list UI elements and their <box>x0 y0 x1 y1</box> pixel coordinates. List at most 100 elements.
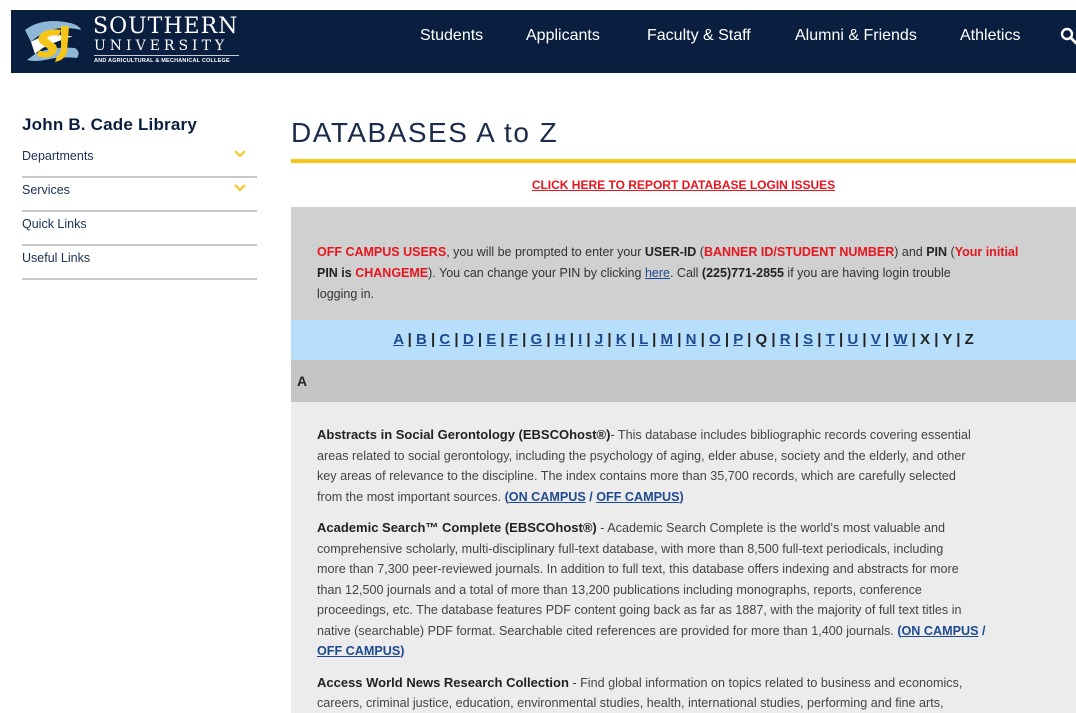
off-campus-notice: OFF CAMPUS USERS, you will be prompted t… <box>291 207 1076 320</box>
notice-text: ) and <box>894 245 927 259</box>
database-entry: Access World News Research Collection - … <box>317 673 1076 713</box>
off-campus-link[interactable]: OFF CAMPUS <box>317 644 400 658</box>
database-description: proceedings, etc. The database features … <box>317 603 962 617</box>
alphabet-letter-e[interactable]: E <box>486 331 496 348</box>
alphabet-separator: | <box>450 331 463 348</box>
university-logo[interactable]: SOUTHERN UNIVERSITY AND AGRICULTURAL & M… <box>21 14 251 68</box>
alphabet-letter-l[interactable]: L <box>639 331 648 348</box>
alphabet-letter-u[interactable]: U <box>847 331 858 348</box>
sidebar-item-label: Useful Links <box>22 251 91 265</box>
nav-applicants[interactable]: Applicants <box>526 27 600 45</box>
alphabet-separator: | <box>403 331 417 348</box>
alphabet-separator: | <box>858 331 871 348</box>
alphabet-letter-b[interactable]: B <box>416 331 427 348</box>
search-icon[interactable] <box>1060 27 1076 45</box>
alphabet-letter-s[interactable]: S <box>803 331 813 348</box>
notice-user-id: USER-ID <box>644 245 697 259</box>
nav-alumni-friends[interactable]: Alumni & Friends <box>795 27 917 45</box>
chevron-down-icon[interactable] <box>233 149 247 159</box>
notice-your-initial: Your initial <box>954 245 1019 259</box>
alphabet-letter-g[interactable]: G <box>530 331 542 348</box>
alphabet-separator: | <box>582 331 595 348</box>
alphabet-index: A | B | C | D | E | F | G | H | I | J | … <box>291 320 1076 360</box>
alphabet-letter-j[interactable]: J <box>595 331 603 348</box>
report-login-issues-link[interactable]: CLICK HERE TO REPORT DATABASE LOGIN ISSU… <box>291 178 1076 208</box>
notice-phone: (225)771-2855 <box>701 266 784 280</box>
alphabet-letter-p[interactable]: P <box>733 331 743 348</box>
logo-wordmark: SOUTHERN <box>93 14 239 39</box>
alphabet-separator: | <box>673 331 686 348</box>
alphabet-separator: | <box>742 331 756 348</box>
alphabet-letter-w[interactable]: W <box>893 331 907 348</box>
notice-banner-id: BANNER ID/STUDENT NUMBER <box>703 245 895 259</box>
sidebar-item-label: Services <box>22 183 70 197</box>
logo-divider <box>94 55 239 56</box>
alphabet-separator: | <box>565 331 579 348</box>
alphabet-letter-y: Y <box>942 331 953 348</box>
alphabet-letter-x: X <box>920 331 931 348</box>
alphabet-separator: | <box>880 331 894 348</box>
notice-line-1: OFF CAMPUS USERS, you will be prompted t… <box>317 242 1076 263</box>
alphabet-letter-r[interactable]: R <box>780 331 791 348</box>
alphabet-separator: | <box>626 331 640 348</box>
alphabet-separator: | <box>603 331 616 348</box>
database-description: - Find global information on topics rela… <box>568 675 963 690</box>
database-description: native (searchable) PDF format. Searchab… <box>317 623 898 638</box>
logo-tagline: AND AGRICULTURAL & MECHANICAL COLLEGE <box>94 58 230 64</box>
alphabet-separator: | <box>952 331 965 348</box>
title-divider <box>291 159 1076 163</box>
notice-line-3: logging in. <box>317 287 374 301</box>
alphabet-separator: | <box>542 331 555 348</box>
notice-off-campus: OFF CAMPUS USERS <box>317 245 447 259</box>
database-entry: Abstracts in Social Gerontology (EBSCOho… <box>317 425 1076 507</box>
notice-line-2: PIN is CHANGEME). You can change your PI… <box>317 263 1076 284</box>
notice-text: if you are having login trouble <box>783 266 951 280</box>
nav-students[interactable]: Students <box>420 27 483 45</box>
alphabet-separator: | <box>696 331 709 348</box>
alphabet-separator: | <box>930 331 943 348</box>
notice-pin-is: PIN is <box>317 266 356 280</box>
chevron-down-icon[interactable] <box>233 183 247 193</box>
nav-faculty-staff[interactable]: Faculty & Staff <box>647 27 751 45</box>
database-description: than 12,500 journals and a total of more… <box>317 582 922 597</box>
database-description: - This database includes bibliographic r… <box>610 428 971 442</box>
alphabet-letter-n[interactable]: N <box>686 331 697 348</box>
nav-athletics[interactable]: Athletics <box>960 27 1020 45</box>
alphabet-separator: | <box>813 331 826 348</box>
sidebar-item-departments[interactable]: Departments <box>22 144 257 178</box>
sidebar-item-useful-links[interactable]: Useful Links <box>22 246 257 280</box>
on-campus-link[interactable]: ON CAMPUS <box>509 490 586 504</box>
alphabet-letter-a[interactable]: A <box>393 331 403 348</box>
alphabet-letter-d[interactable]: D <box>463 331 474 348</box>
alphabet-separator: | <box>426 331 440 348</box>
database-name: Academic Search™ Complete (EBSCOhost®) <box>317 520 597 535</box>
sidebar-item-quick-links[interactable]: Quick Links <box>22 212 257 246</box>
sidebar-item-services[interactable]: Services <box>22 178 257 212</box>
alphabet-separator: | <box>767 331 780 348</box>
database-description: careers, criminal justice, education, en… <box>317 696 944 710</box>
alphabet-letter-t[interactable]: T <box>826 331 835 348</box>
alphabet-letter-h[interactable]: H <box>555 331 566 348</box>
alphabet-letter-z: Z <box>964 331 974 348</box>
notice-text: ). You can change your PIN by clicking <box>428 266 645 280</box>
section-letter-heading: A <box>291 360 1076 402</box>
off-campus-link[interactable]: OFF CAMPUS <box>596 490 679 504</box>
alphabet-letter-m[interactable]: M <box>661 331 674 348</box>
alphabet-letter-f[interactable]: F <box>509 331 518 348</box>
notice-pin: PIN <box>926 245 948 259</box>
alphabet-letter-k[interactable]: K <box>616 331 627 348</box>
database-description: - Academic Search Complete is the world'… <box>596 521 945 535</box>
sidebar-item-label: Quick Links <box>22 217 87 231</box>
alphabet-letter-q: Q <box>755 331 768 348</box>
page-title: DATABASES A to Z <box>291 117 559 148</box>
change-pin-link[interactable]: here <box>645 266 670 280</box>
alphabet-letter-v[interactable]: V <box>871 331 881 348</box>
notice-text: ( <box>696 245 704 259</box>
on-campus-link[interactable]: ON CAMPUS <box>902 624 979 638</box>
main-content: DATABASES A to Z CLICK HERE TO REPORT DA… <box>291 112 1076 713</box>
alphabet-letter-o[interactable]: O <box>709 331 721 348</box>
database-description: from the most important sources. <box>317 489 505 504</box>
database-entry: Academic Search™ Complete (EBSCOhost®) -… <box>317 518 1076 662</box>
database-name: Access World News Research Collection <box>317 674 569 690</box>
alphabet-letter-c[interactable]: C <box>439 331 450 348</box>
